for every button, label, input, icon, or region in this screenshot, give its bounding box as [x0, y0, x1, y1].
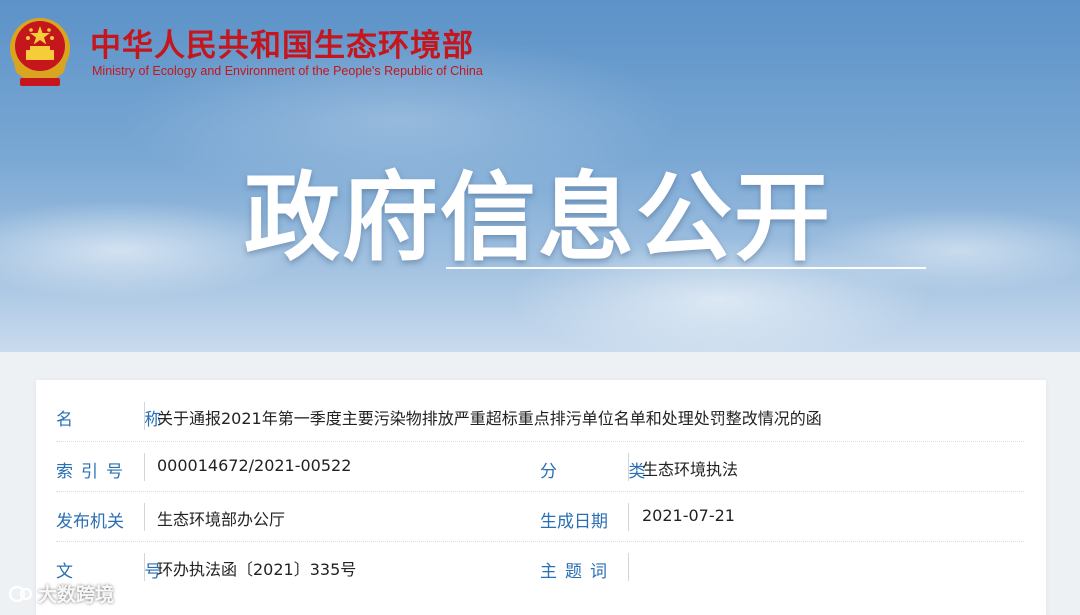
title-underline: [446, 267, 926, 269]
national-emblem-icon: [10, 18, 70, 86]
divider: [628, 453, 629, 481]
divider: [144, 553, 145, 581]
divider: [628, 553, 629, 581]
category-value: 生态环境执法: [642, 460, 739, 479]
index-label: 索引号: [56, 462, 131, 482]
ministry-name-en: Ministry of Ecology and Environment of t…: [92, 64, 483, 78]
keywords-label: 主题词: [540, 562, 615, 582]
divider: [628, 503, 629, 531]
info-card: 名 称 关于通报2021年第一季度主要污染物排放严重超标重点排污单位名单和处理处…: [36, 380, 1046, 615]
ministry-name-cn: 中华人民共和国生态环境部: [90, 28, 474, 64]
name-value: 关于通报2021年第一季度主要污染物排放严重超标重点排污单位名单和处理处罚整改情…: [157, 409, 822, 428]
divider: [144, 503, 145, 531]
date-label: 生成日期: [540, 512, 608, 532]
info-row-index: 索引号 000014672/2021-00522 分 类 生态环境执法: [56, 442, 1024, 492]
index-value: 000014672/2021-00522: [157, 456, 352, 475]
banner-title: 政府信息公开: [244, 162, 832, 274]
info-row-publisher: 发布机关 生态环境部办公厅 生成日期 2021-07-21: [56, 492, 1024, 542]
divider: [144, 453, 145, 481]
doc-no-value: 环办执法函〔2021〕335号: [157, 560, 357, 579]
banner: 中华人民共和国生态环境部 Ministry of Ecology and Env…: [0, 0, 1080, 352]
watermark-text: 大数跨境: [38, 584, 115, 606]
info-row-name: 名 称 关于通报2021年第一季度主要污染物排放严重超标重点排污单位名单和处理处…: [56, 390, 1024, 442]
date-value: 2021-07-21: [642, 506, 735, 525]
brand-logo-icon: [8, 585, 33, 602]
watermark: 大数跨境: [8, 580, 114, 607]
publisher-label: 发布机关: [56, 512, 124, 532]
publisher-value: 生态环境部办公厅: [157, 510, 286, 529]
info-row-docno: 文 号 环办执法函〔2021〕335号 主题词: [56, 542, 1024, 592]
divider: [144, 402, 145, 430]
